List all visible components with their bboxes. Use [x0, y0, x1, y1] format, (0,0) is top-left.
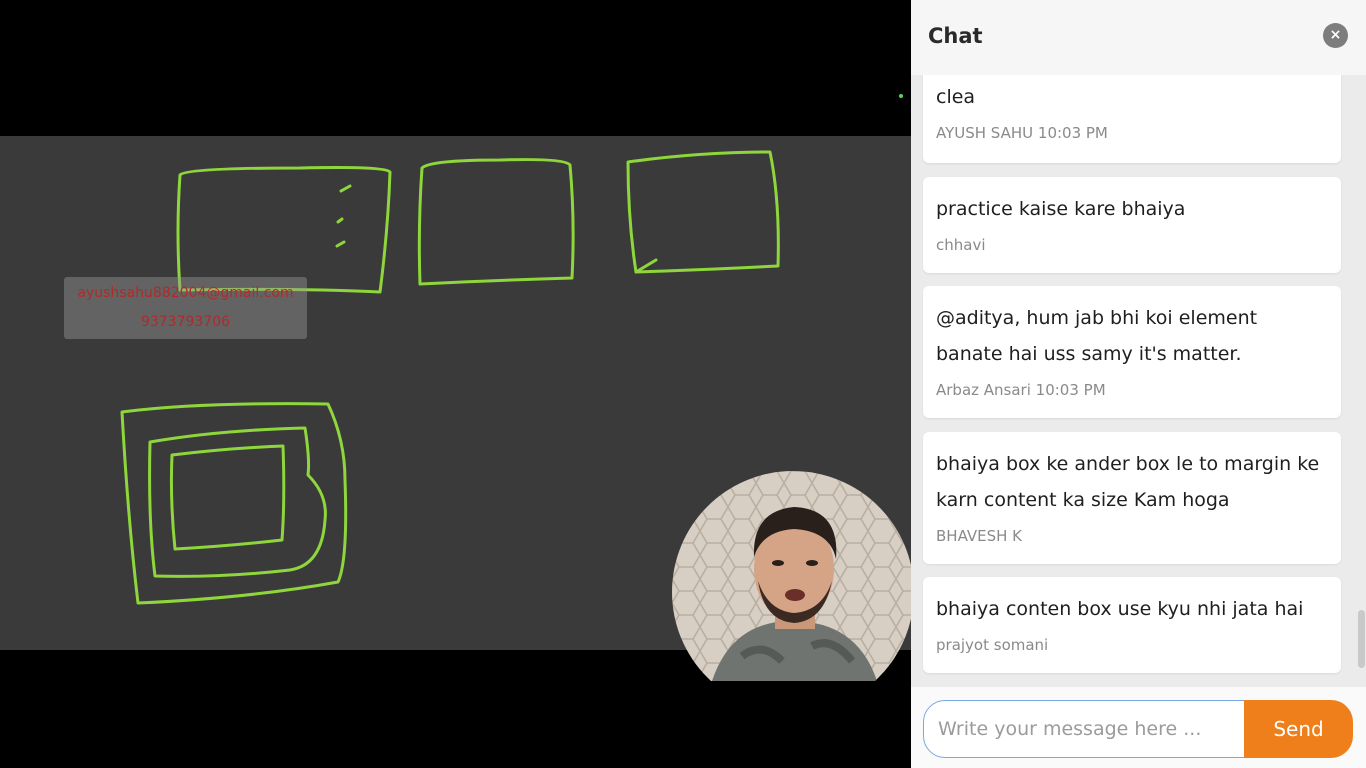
sketch-box-1-mark-1 [339, 184, 352, 193]
chat-message: @aditya, hum jab bhi koi element banate … [923, 286, 1341, 418]
sketch-box-2 [417, 158, 575, 286]
chat-message: practice kaise kare bhaiya chhavi [923, 177, 1341, 273]
chat-message-text: practice kaise kare bhaiya [936, 198, 1186, 220]
chat-message-text: clea [936, 86, 976, 108]
watermark-phone: 9373793706 [140, 314, 231, 330]
webcam-feed [672, 471, 911, 681]
sketch-box-1-mark-3 [335, 240, 346, 248]
video-stream: ayushsahu882004@gmail.com 9373793706 [0, 0, 911, 768]
chat-message-text: bhaiya box ke ander box le to margin ke … [936, 453, 1320, 511]
chat-message-meta: Arbaz Ansari 10:03 PM [936, 381, 1106, 399]
chat-message: bhaiya conten box use kyu nhi jata hai p… [923, 577, 1341, 673]
chat-message-text: bhaiya conten box use kyu nhi jata hai [936, 598, 1304, 620]
chat-scrollbar-thumb[interactable] [1358, 610, 1365, 668]
watermark-email: ayushsahu882004@gmail.com [77, 285, 294, 301]
chat-composer: Send [911, 687, 1366, 768]
chat-message-list[interactable]: clea AYUSH SAHU 10:03 PM practice kaise … [911, 75, 1366, 687]
chat-message-meta: AYUSH SAHU 10:03 PM [936, 124, 1108, 142]
presenter-eye-right [806, 560, 818, 566]
sketch-box-1 [176, 166, 392, 294]
sketch-inner-box [169, 444, 286, 551]
chat-scrollbar[interactable] [1357, 75, 1366, 687]
sketch-box-3 [626, 150, 780, 274]
chat-panel: Chat × clea AYUSH SAHU 10:03 PM practice… [911, 0, 1366, 768]
chat-message-meta: chhavi [936, 236, 986, 254]
laser-pointer [899, 94, 903, 98]
presenter-eye-left [772, 560, 784, 566]
close-icon[interactable]: × [1323, 23, 1348, 48]
watermark: ayushsahu882004@gmail.com 9373793706 [64, 277, 307, 339]
send-button[interactable]: Send [1244, 700, 1353, 758]
presenter-mouth [785, 589, 805, 601]
chat-header: Chat × [911, 0, 1366, 75]
chat-message-meta: prajyot somani [936, 636, 1049, 654]
message-input[interactable] [923, 700, 1245, 758]
chat-message: clea AYUSH SAHU 10:03 PM [923, 75, 1341, 163]
chat-title: Chat [928, 24, 983, 48]
chat-message-meta: BHAVESH K [936, 527, 1023, 545]
sketch-middle-box [148, 426, 327, 578]
sketch-box-1-mark-2 [336, 217, 344, 224]
chat-message: bhaiya box ke ander box le to margin ke … [923, 432, 1341, 564]
chat-message-text: @aditya, hum jab bhi koi element banate … [936, 307, 1258, 365]
